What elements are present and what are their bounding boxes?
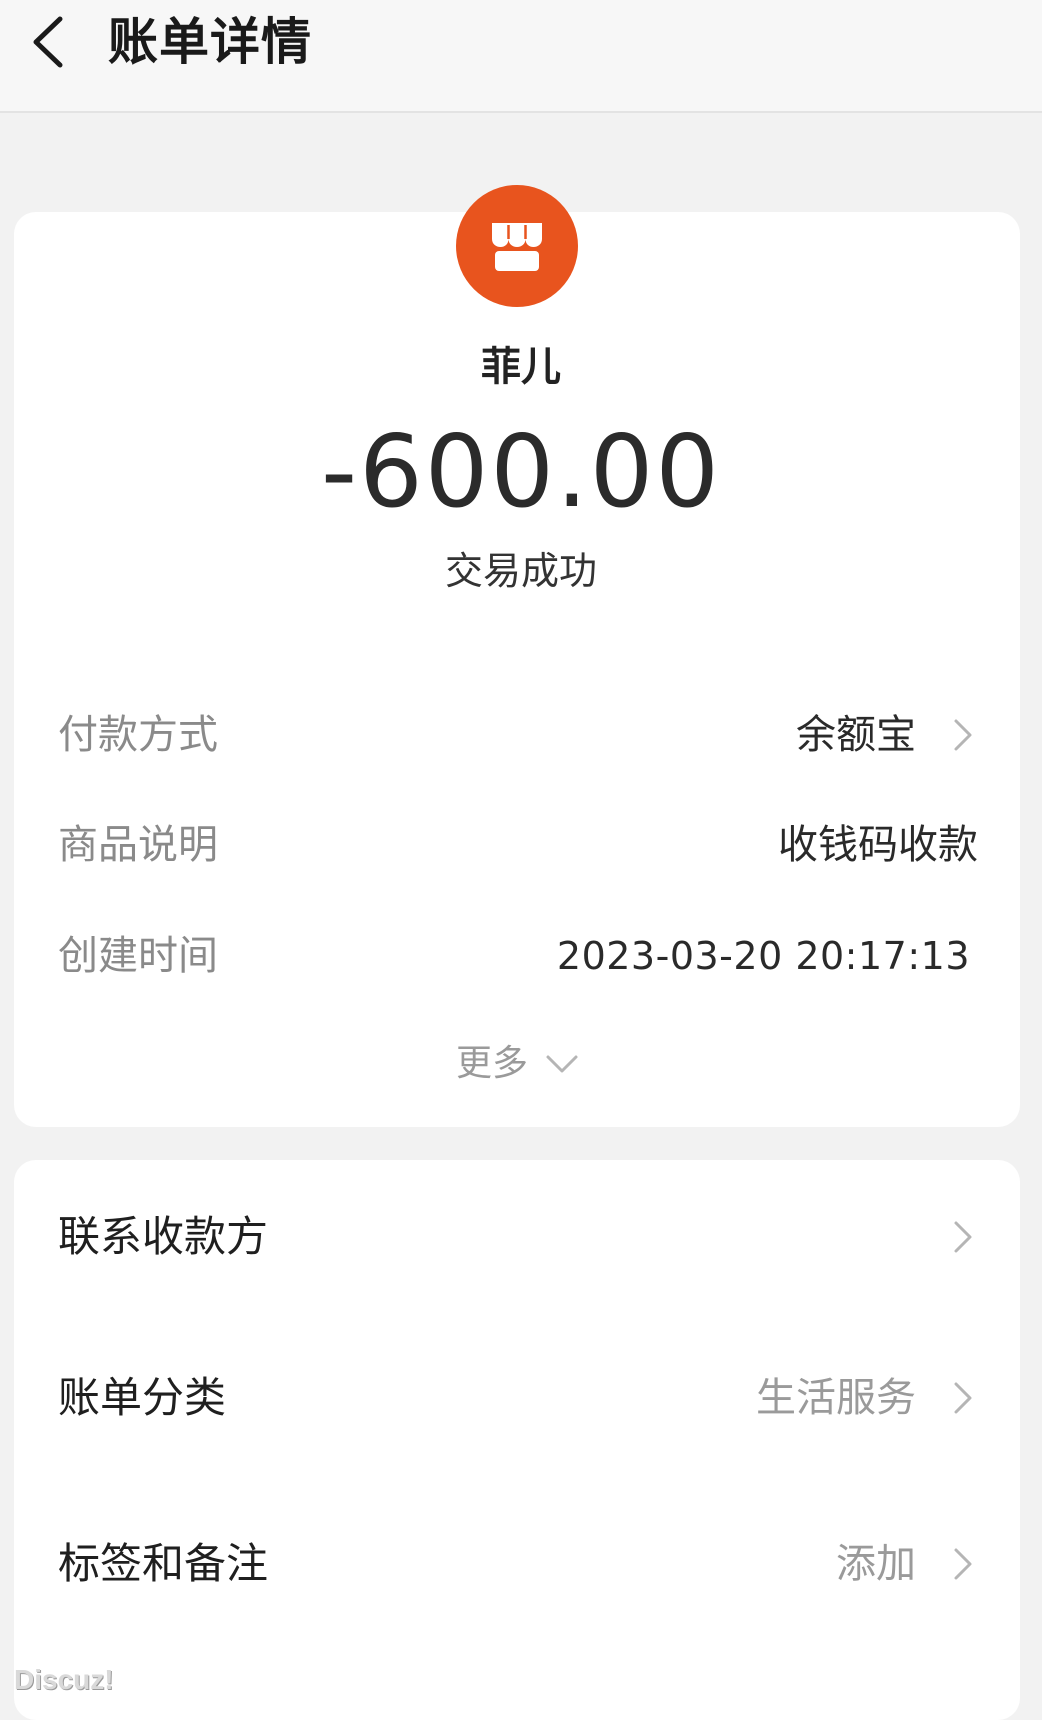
action-value: 添加: [836, 1541, 916, 1587]
chevron-right-icon: [948, 715, 978, 755]
back-button[interactable]: [18, 12, 78, 72]
watermark: Discuz!: [14, 1664, 114, 1695]
action-label: 联系收款方: [58, 1212, 269, 1261]
merchant-avatar: [456, 185, 578, 307]
action-label: 账单分类: [58, 1373, 227, 1422]
action-label: 标签和备注: [58, 1539, 269, 1588]
detail-row-product-description: 商品说明 收钱码收款: [58, 815, 978, 875]
chevron-right-icon: [948, 1378, 978, 1418]
merchant-name: 菲儿: [481, 344, 561, 390]
storefront-icon: [492, 223, 542, 271]
chevron-right-icon: [948, 1217, 978, 1257]
detail-label: 付款方式: [58, 712, 218, 758]
contact-payee-row[interactable]: 联系收款方: [58, 1205, 978, 1269]
chevron-right-icon: [948, 1544, 978, 1584]
detail-value: 2023-03-20 20:17:13: [556, 934, 970, 978]
detail-row-payment-method[interactable]: 付款方式 余额宝: [58, 705, 978, 765]
transaction-amount: -600.00: [321, 413, 721, 530]
detail-value: 收钱码收款: [778, 822, 978, 868]
transaction-status: 交易成功: [444, 549, 597, 593]
detail-label: 商品说明: [58, 822, 218, 868]
tags-and-notes-row[interactable]: 标签和备注 添加: [58, 1532, 978, 1596]
bill-category-row[interactable]: 账单分类 生活服务: [58, 1366, 978, 1430]
more-details-button[interactable]: 更多: [456, 1036, 582, 1092]
detail-row-created-time: 创建时间 2023-03-20 20:17:13: [58, 926, 978, 986]
chevron-left-icon: [33, 16, 63, 68]
more-label: 更多: [456, 1043, 529, 1084]
top-navigation-bar: 账单详情: [0, 0, 1042, 113]
detail-value: 余额宝: [796, 712, 916, 758]
action-value: 生活服务: [756, 1375, 916, 1421]
chevron-down-icon: [542, 1049, 582, 1079]
detail-label: 创建时间: [58, 933, 218, 979]
page-title: 账单详情: [108, 13, 312, 71]
